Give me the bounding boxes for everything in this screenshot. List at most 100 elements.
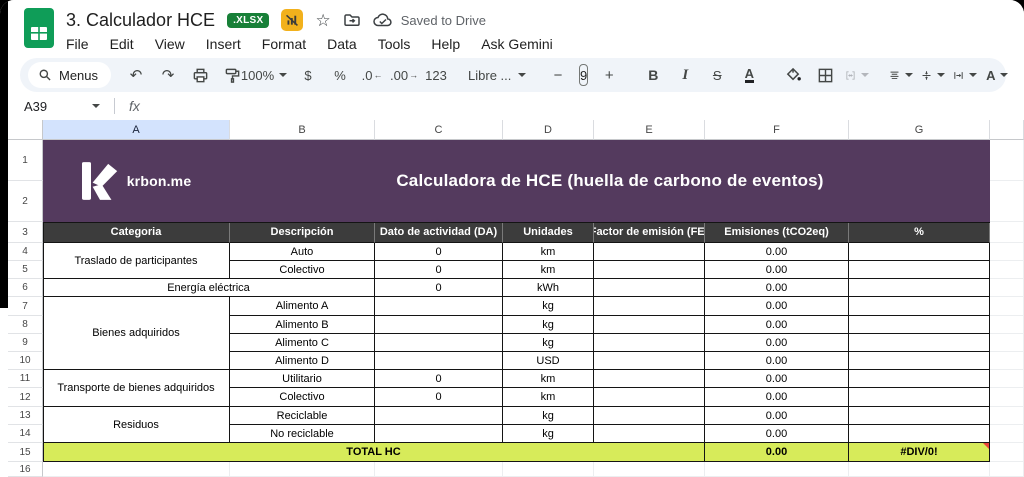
cell-B1[interactable]: Calculadora de HCE (huella de carbono de… <box>230 140 990 222</box>
cell-B5[interactable]: Colectivo <box>230 261 375 279</box>
cloud-saved-icon[interactable] <box>373 12 393 28</box>
cell-E7[interactable] <box>594 297 705 316</box>
format-currency-button[interactable]: $ <box>293 62 323 88</box>
cell-F12[interactable]: 0.00 <box>705 388 849 407</box>
cell-D11[interactable]: km <box>503 370 594 388</box>
cell-F15[interactable]: 0.00 <box>705 443 849 462</box>
name-box[interactable]: A39 <box>8 99 108 114</box>
row-header-16[interactable]: 16 <box>8 462 43 477</box>
cell-A3[interactable]: Categoria <box>43 222 230 243</box>
cell-G4[interactable] <box>849 243 990 261</box>
cell-H15[interactable] <box>990 443 1024 462</box>
cell-H14[interactable] <box>990 425 1024 443</box>
menu-tools[interactable]: Tools <box>378 36 411 52</box>
more-formats-button[interactable]: 123 <box>421 62 451 88</box>
cell-G9[interactable] <box>849 334 990 352</box>
cell-E10[interactable] <box>594 352 705 370</box>
cell-D8[interactable]: kg <box>503 316 594 334</box>
cell-A11[interactable]: Transporte de bienes adquiridos <box>43 370 230 407</box>
cell-H3[interactable] <box>990 222 1024 243</box>
row-header-3[interactable]: 3 <box>8 222 43 243</box>
cell-C9[interactable] <box>375 334 503 352</box>
cell-A1[interactable]: krbon.me <box>43 140 230 222</box>
formula-input[interactable] <box>140 92 1024 120</box>
cell-B7[interactable]: Alimento A <box>230 297 375 316</box>
cell-G7[interactable] <box>849 297 990 316</box>
cell-G13[interactable] <box>849 407 990 425</box>
borders-button[interactable] <box>810 62 840 88</box>
cell-D5[interactable]: km <box>503 261 594 279</box>
cell-D6[interactable]: kWh <box>503 279 594 297</box>
strikethrough-button[interactable]: S <box>702 62 732 88</box>
menu-file[interactable]: File <box>66 36 89 52</box>
cell-E16[interactable] <box>594 462 705 477</box>
cell-E9[interactable] <box>594 334 705 352</box>
format-percent-button[interactable]: % <box>325 62 355 88</box>
cell-H16[interactable] <box>990 462 1024 477</box>
row-header-12[interactable]: 12 <box>8 388 43 407</box>
row-header-10[interactable]: 10 <box>8 352 43 370</box>
menus-search-button[interactable]: Menus <box>28 62 111 88</box>
zoom-select[interactable]: 100% <box>249 62 279 88</box>
cell-H10[interactable] <box>990 352 1024 370</box>
cell-C7[interactable] <box>375 297 503 316</box>
column-header-A[interactable]: A <box>43 120 230 140</box>
column-header-E[interactable]: E <box>594 120 705 140</box>
cell-C13[interactable] <box>375 407 503 425</box>
row-header-7[interactable]: 7 <box>8 297 43 316</box>
text-color-button[interactable]: A <box>745 67 754 84</box>
menu-help[interactable]: Help <box>431 36 460 52</box>
cell-F13[interactable]: 0.00 <box>705 407 849 425</box>
cell-A6[interactable]: Energía eléctrica <box>43 279 375 297</box>
cell-C12[interactable]: 0 <box>375 388 503 407</box>
column-header-D[interactable]: D <box>503 120 594 140</box>
row-header-15[interactable]: 15 <box>8 443 43 462</box>
cell-B3[interactable]: Descripción <box>230 222 375 243</box>
cell-F10[interactable]: 0.00 <box>705 352 849 370</box>
google-sheets-logo-icon[interactable] <box>24 8 54 53</box>
menu-data[interactable]: Data <box>327 36 357 52</box>
cell-A15[interactable]: TOTAL HC <box>43 443 705 462</box>
cell-D4[interactable]: km <box>503 243 594 261</box>
cell-D12[interactable]: km <box>503 388 594 407</box>
menu-edit[interactable]: Edit <box>110 36 134 52</box>
cell-G6[interactable] <box>849 279 990 297</box>
cell-F4[interactable]: 0.00 <box>705 243 849 261</box>
font-select[interactable]: Libre ... <box>465 62 529 88</box>
cell-E8[interactable] <box>594 316 705 334</box>
cell-C6[interactable]: 0 <box>375 279 503 297</box>
cell-C16[interactable] <box>375 462 503 477</box>
cell-D13[interactable]: kg <box>503 407 594 425</box>
vertical-align-button[interactable] <box>918 62 948 88</box>
cell-F3[interactable]: Emisiones (tCO2eq) <box>705 222 849 243</box>
cell-H4[interactable] <box>990 243 1024 261</box>
cell-F8[interactable]: 0.00 <box>705 316 849 334</box>
column-header-extra[interactable] <box>990 120 1024 140</box>
cell-G16[interactable] <box>849 462 990 477</box>
cell-D16[interactable] <box>503 462 594 477</box>
cell-H7[interactable] <box>990 297 1024 316</box>
row-header-14[interactable]: 14 <box>8 425 43 443</box>
cell-E14[interactable] <box>594 425 705 443</box>
row-header-5[interactable]: 5 <box>8 261 43 279</box>
cell-A13[interactable]: Residuos <box>43 407 230 443</box>
increase-decimal-button[interactable]: .00→ <box>389 62 419 88</box>
cell-H2[interactable] <box>990 181 1024 222</box>
cell-G14[interactable] <box>849 425 990 443</box>
cell-B9[interactable]: Alimento C <box>230 334 375 352</box>
cell-H9[interactable] <box>990 334 1024 352</box>
text-wrap-button[interactable] <box>950 62 980 88</box>
row-header-6[interactable]: 6 <box>8 279 43 297</box>
cell-H6[interactable] <box>990 279 1024 297</box>
row-header-2[interactable]: 2 <box>8 181 43 222</box>
cell-A7[interactable]: Bienes adquiridos <box>43 297 230 370</box>
cell-H5[interactable] <box>990 261 1024 279</box>
column-header-G[interactable]: G <box>849 120 990 140</box>
cell-F11[interactable]: 0.00 <box>705 370 849 388</box>
cell-G12[interactable] <box>849 388 990 407</box>
cell-D14[interactable]: kg <box>503 425 594 443</box>
menu-format[interactable]: Format <box>262 36 306 52</box>
cell-D7[interactable]: kg <box>503 297 594 316</box>
cell-F9[interactable]: 0.00 <box>705 334 849 352</box>
row-header-9[interactable]: 9 <box>8 334 43 352</box>
